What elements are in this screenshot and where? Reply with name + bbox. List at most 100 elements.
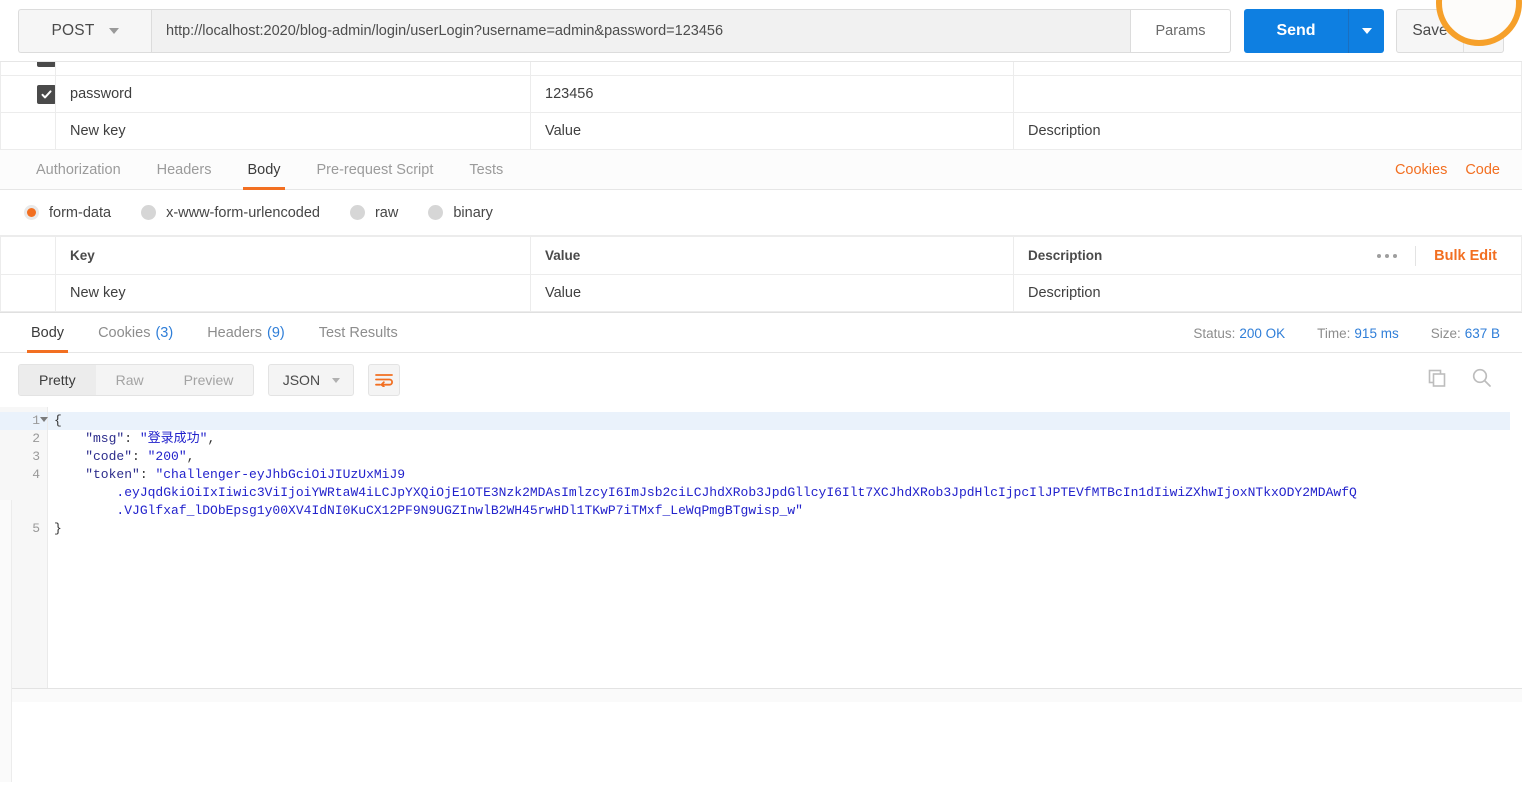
view-mode-raw[interactable]: Raw [96, 365, 164, 395]
params-button-label: Params [1155, 22, 1206, 39]
param-description-cell[interactable] [1013, 75, 1522, 113]
left-rail [0, 500, 12, 782]
tab-headers[interactable]: Headers [139, 150, 230, 190]
body-table-header: Key Value Description Bulk Edit [0, 236, 1522, 275]
line-number: 2 [32, 431, 40, 446]
status-bar [0, 689, 1522, 702]
fold-toggle-icon[interactable] [40, 417, 48, 422]
code-line: "code": "200", [48, 448, 1522, 466]
size-label: Size: [1430, 326, 1461, 341]
tab-pre-request-script[interactable]: Pre-request Script [299, 150, 452, 190]
code-line: "token": "challenger-eyJhbGciOiJIUzUxMiJ… [48, 466, 1522, 484]
table-row-new[interactable]: New key Value Description [0, 112, 1522, 150]
response-body-viewer[interactable]: 1 2 3 4 5 { "msg": "登录成功", "code": "200"… [0, 407, 1522, 702]
param-new-key-input[interactable]: New key [55, 112, 531, 150]
param-new-description-input[interactable]: Description [1013, 112, 1522, 150]
postman-window: POST http://localhost:2020/blog-admin/lo… [0, 0, 1522, 795]
radio-raw[interactable]: raw [349, 205, 398, 221]
code-token: } [54, 521, 62, 536]
param-key-cell[interactable]: password [55, 75, 531, 113]
chevron-down-icon [332, 377, 341, 383]
view-mode-pretty[interactable]: Pretty [19, 365, 96, 395]
body-header-description-label: Description [1028, 248, 1103, 263]
form-data-table: Key Value Description Bulk Edit New key … [0, 236, 1522, 312]
radio-icon-selected [24, 205, 39, 220]
radio-label-urlencoded: x-www-form-urlencoded [166, 204, 320, 221]
body-checkbox-cell [0, 274, 56, 312]
search-button[interactable] [1471, 367, 1492, 393]
copy-button[interactable] [1427, 368, 1447, 393]
params-button[interactable]: Params [1131, 8, 1231, 53]
response-tab-headers-label: Headers [207, 324, 262, 341]
code-token: "challenger-eyJhbGciOiJIUzUxMiJ9 [155, 467, 406, 482]
line-number: 1 [0, 412, 48, 430]
body-bulk-edit-link[interactable]: Bulk Edit [1416, 248, 1497, 264]
response-tab-headers[interactable]: Headers (9) [190, 312, 302, 353]
body-new-key-input[interactable]: New key [55, 274, 531, 312]
request-url-bar: POST http://localhost:2020/blog-admin/lo… [0, 0, 1522, 62]
param-new-value-input[interactable]: Value [530, 112, 1014, 150]
body-new-description-input[interactable]: Description [1013, 274, 1522, 312]
time-badge: Time: 915 ms [1317, 326, 1399, 341]
time-value: 915 ms [1354, 326, 1399, 341]
radio-icon [428, 205, 444, 220]
http-method-selector[interactable]: POST [18, 8, 151, 53]
param-checkbox[interactable] [37, 84, 56, 104]
code-scroll-area[interactable] [1510, 407, 1522, 702]
response-view-toolbar: Pretty Raw Preview JSON [0, 353, 1522, 407]
request-url-text: http://localhost:2020/blog-admin/login/u… [166, 22, 724, 39]
line-number: 4 [32, 467, 40, 482]
radio-form-data[interactable]: form-data [24, 205, 111, 221]
word-wrap-button[interactable] [368, 364, 401, 396]
view-mode-preview[interactable]: Preview [164, 365, 254, 395]
response-tab-cookies-count: (3) [155, 324, 174, 341]
send-options-button[interactable] [1348, 8, 1384, 53]
code-token: "200" [147, 449, 187, 464]
time-label: Time: [1317, 326, 1351, 341]
send-button[interactable]: Send [1244, 8, 1348, 53]
body-header-value: Value [530, 236, 1014, 275]
body-new-value-input[interactable]: Value [530, 274, 1014, 312]
code-token: "token" [54, 467, 140, 482]
line-number: 3 [32, 449, 40, 464]
response-code-lines: { "msg": "登录成功", "code": "200", "token":… [48, 407, 1522, 702]
code-token: .eyJqdGkiOiIxIiwic3ViIjoiYWRtaW4iLCJpYXQ… [54, 485, 1357, 500]
code-link[interactable]: Code [1465, 162, 1500, 178]
code-line: } [48, 520, 1522, 538]
param-value-cell[interactable]: 123456 [530, 75, 1014, 113]
code-token: "code" [54, 449, 133, 464]
response-tab-test-results[interactable]: Test Results [302, 312, 415, 353]
radio-icon [349, 205, 365, 220]
table-row-new[interactable]: New key Value Description [0, 274, 1522, 312]
copy-icon [1428, 369, 1446, 387]
tab-authorization[interactable]: Authorization [18, 150, 139, 190]
code-token: , [186, 449, 195, 464]
code-line: "msg": "登录成功", [48, 430, 1522, 448]
body-header-check-cell [0, 236, 56, 275]
response-format-select[interactable]: JSON [268, 364, 355, 396]
code-token: { [54, 413, 62, 428]
response-tab-cookies[interactable]: Cookies (3) [81, 312, 190, 353]
radio-x-www-form-urlencoded[interactable]: x-www-form-urlencoded [141, 205, 320, 221]
response-tab-test-results-label: Test Results [318, 324, 398, 341]
table-row[interactable]: password 123456 [0, 75, 1522, 113]
response-format-label: JSON [282, 372, 321, 388]
request-url-input[interactable]: http://localhost:2020/blog-admin/login/u… [151, 8, 1131, 53]
radio-label-binary: binary [453, 204, 493, 221]
request-tab-bar: Authorization Headers Body Pre-request S… [0, 150, 1522, 190]
search-icon [1472, 368, 1491, 387]
request-tab-links: Cookies Code [1395, 150, 1500, 190]
send-button-group: Send [1244, 8, 1384, 53]
cookies-link[interactable]: Cookies [1395, 162, 1447, 178]
response-tab-cookies-label: Cookies [98, 324, 151, 341]
more-options-icon[interactable] [1359, 245, 1417, 266]
radio-binary[interactable]: binary [428, 205, 493, 221]
send-button-label: Send [1276, 21, 1316, 39]
tab-tests[interactable]: Tests [451, 150, 521, 190]
body-header-key: Key [55, 236, 531, 275]
radio-label-form-data: form-data [49, 204, 112, 221]
status-label: Status: [1193, 326, 1236, 341]
word-wrap-icon [375, 374, 394, 387]
response-tab-body[interactable]: Body [14, 312, 81, 353]
tab-body[interactable]: Body [229, 150, 298, 190]
